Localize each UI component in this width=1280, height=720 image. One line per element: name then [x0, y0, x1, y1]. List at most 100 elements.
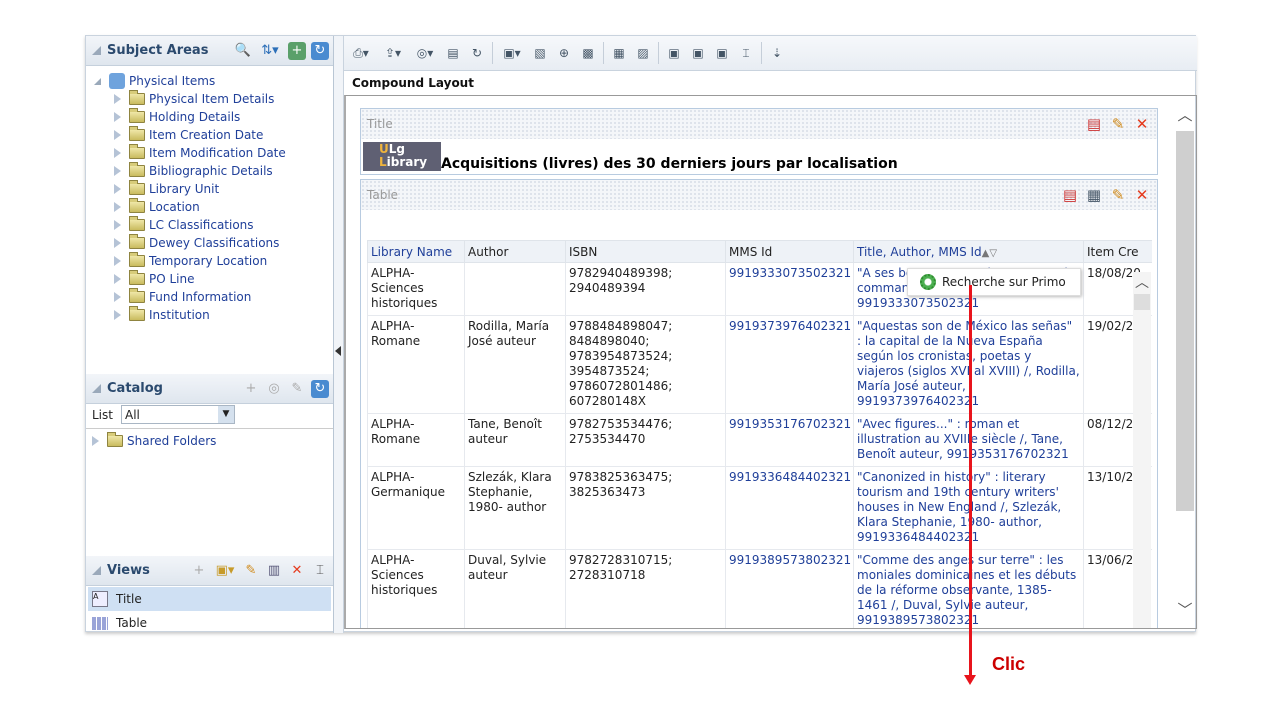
- tree-item[interactable]: Location: [94, 198, 333, 216]
- compound-layout-canvas: Title ▤ ✎ ✕ ULg Library Acquisitions (liv…: [344, 95, 1197, 629]
- table-cell[interactable]: 9919353176702321: [725, 413, 854, 467]
- column-header[interactable]: Library Name: [367, 240, 465, 263]
- column-header[interactable]: Author: [464, 240, 566, 263]
- scroll-down-icon[interactable]: ﹀: [1176, 599, 1194, 620]
- column-header[interactable]: Item Cre: [1083, 240, 1152, 263]
- prompt-icon[interactable]: ▩: [579, 44, 597, 62]
- collapse-icon[interactable]: [92, 46, 101, 55]
- expand-icon[interactable]: [114, 148, 121, 158]
- preview-icon[interactable]: ◎▾: [412, 44, 438, 62]
- sort-icon[interactable]: ▲▽: [982, 248, 997, 259]
- expand-icon[interactable]: [114, 166, 121, 176]
- rename-icon[interactable]: ⌶: [737, 44, 755, 62]
- section-icon[interactable]: ▣: [689, 44, 707, 62]
- pdf-icon[interactable]: ▨: [634, 44, 652, 62]
- format-icon[interactable]: ▤: [1061, 186, 1079, 204]
- expand-icon[interactable]: [114, 238, 121, 248]
- scroll-up-icon[interactable]: ︿: [1176, 104, 1194, 125]
- edit-icon[interactable]: ✎: [1109, 115, 1127, 133]
- sort-icon[interactable]: ⇣: [768, 44, 786, 62]
- print-icon[interactable]: ⎙▾: [348, 44, 374, 62]
- tree-item[interactable]: Item Modification Date: [94, 144, 333, 162]
- folder-icon: [107, 432, 123, 447]
- tree-item[interactable]: LC Classifications: [94, 216, 333, 234]
- table-cell[interactable]: 9919389573802321: [725, 549, 854, 628]
- main-pane: ⎙▾ ⇪▾ ◎▾ ▤ ↻ ▣▾ ▧ ⊕ ▩ ▦ ▨ ▣ ▣ ▣ ⌶ ⇣ Compound Layout Tit…: [344, 36, 1197, 633]
- rename-icon[interactable]: ⌶: [311, 562, 329, 580]
- pane-splitter[interactable]: [334, 36, 344, 633]
- view-item-table[interactable]: Table: [88, 613, 147, 633]
- add-view-icon[interactable]: +: [190, 562, 208, 580]
- table-cell: 9782753534476; 2753534470: [565, 413, 726, 467]
- expand-icon[interactable]: [114, 202, 121, 212]
- table-cell[interactable]: 9919336484402321: [725, 466, 854, 550]
- refresh-icon[interactable]: ↻: [468, 44, 486, 62]
- add-icon[interactable]: +: [242, 380, 260, 398]
- expand-icon[interactable]: [114, 310, 121, 320]
- filter-icon[interactable]: ▧: [531, 44, 549, 62]
- search-icon[interactable]: 🔍: [234, 42, 252, 60]
- tree-item[interactable]: Bibliographic Details: [94, 162, 333, 180]
- menu-item-recherche-primo[interactable]: Recherche sur Primo: [942, 275, 1066, 289]
- folder-icon: [129, 234, 145, 249]
- tree-item[interactable]: Library Unit: [94, 180, 333, 198]
- tree-item-label: Item Modification Date: [149, 146, 286, 160]
- expand-icon[interactable]: [114, 184, 121, 194]
- list-select[interactable]: All ▼: [120, 405, 235, 424]
- expand-icon[interactable]: [114, 112, 121, 122]
- edit-icon[interactable]: ✎: [242, 562, 260, 580]
- add-subject-area-icon[interactable]: +: [288, 41, 306, 60]
- expand-icon[interactable]: [114, 220, 121, 230]
- scroll-up-icon[interactable]: ︿: [1133, 272, 1151, 292]
- tree-item[interactable]: Fund Information: [94, 288, 333, 306]
- tree-item[interactable]: PO Line: [94, 270, 333, 288]
- export-icon[interactable]: ⇪▾: [380, 44, 406, 62]
- column-header[interactable]: Title, Author, MMS Id▲▽: [853, 240, 1084, 263]
- list-label: List: [92, 407, 113, 422]
- layout-icon[interactable]: ▣: [665, 44, 683, 62]
- expand-icon[interactable]: [114, 274, 121, 284]
- table-cell[interactable]: 9919373976402321: [725, 315, 854, 414]
- tree-item-shared-folders[interactable]: Shared Folders: [92, 432, 333, 450]
- view-icon[interactable]: ◎: [265, 380, 283, 398]
- expand-icon[interactable]: [114, 256, 121, 266]
- sort-icon[interactable]: ⇅▾: [257, 42, 283, 60]
- tree-item[interactable]: Holding Details: [94, 108, 333, 126]
- tree-item[interactable]: Item Creation Date: [94, 126, 333, 144]
- tree-item[interactable]: Dewey Classifications: [94, 234, 333, 252]
- chevron-down-icon[interactable]: ▼: [217, 406, 234, 423]
- tree-root[interactable]: Physical Items: [94, 72, 333, 90]
- format-icon[interactable]: ▤: [1085, 115, 1103, 133]
- tree-item[interactable]: Temporary Location: [94, 252, 333, 270]
- delete-icon[interactable]: ✕: [288, 562, 306, 580]
- tree-item-label: Holding Details: [149, 110, 241, 124]
- selection-steps-icon[interactable]: ⊕: [555, 44, 573, 62]
- table-properties-icon[interactable]: ▦: [1085, 186, 1103, 204]
- duplicate-icon[interactable]: ▥: [265, 562, 283, 580]
- new-view-icon[interactable]: ▣▾: [213, 562, 237, 580]
- edit-icon[interactable]: ✎: [288, 380, 306, 398]
- table-cell[interactable]: 9919333073502321: [725, 262, 854, 316]
- refresh-icon[interactable]: ↻: [311, 379, 329, 398]
- table-scrollbar[interactable]: ︿: [1133, 272, 1151, 628]
- column-header[interactable]: MMS Id: [725, 240, 854, 263]
- tree-item[interactable]: Institution: [94, 306, 333, 324]
- expand-icon[interactable]: [114, 292, 121, 302]
- scroll-thumb[interactable]: [1134, 294, 1150, 310]
- column-header[interactable]: ISBN: [565, 240, 726, 263]
- expand-icon[interactable]: [114, 94, 121, 104]
- remove-icon[interactable]: ✕: [1133, 115, 1151, 133]
- edit-icon[interactable]: ✎: [1109, 186, 1127, 204]
- view-item-title[interactable]: A Title: [88, 587, 331, 611]
- canvas-scrollbar[interactable]: ︿ ﹀: [1176, 104, 1194, 624]
- calculation-icon[interactable]: ▦: [610, 44, 628, 62]
- tree-item[interactable]: Physical Item Details: [94, 90, 333, 108]
- print-preview-icon[interactable]: ▤: [444, 44, 462, 62]
- refresh-icon[interactable]: ↻: [311, 41, 329, 60]
- disabled-icon[interactable]: ▣: [713, 44, 731, 62]
- expand-icon[interactable]: [114, 130, 121, 140]
- new-view-icon[interactable]: ▣▾: [499, 44, 525, 62]
- collapse-pane-icon[interactable]: [335, 346, 341, 356]
- remove-icon[interactable]: ✕: [1133, 186, 1151, 204]
- scroll-thumb[interactable]: [1176, 131, 1194, 511]
